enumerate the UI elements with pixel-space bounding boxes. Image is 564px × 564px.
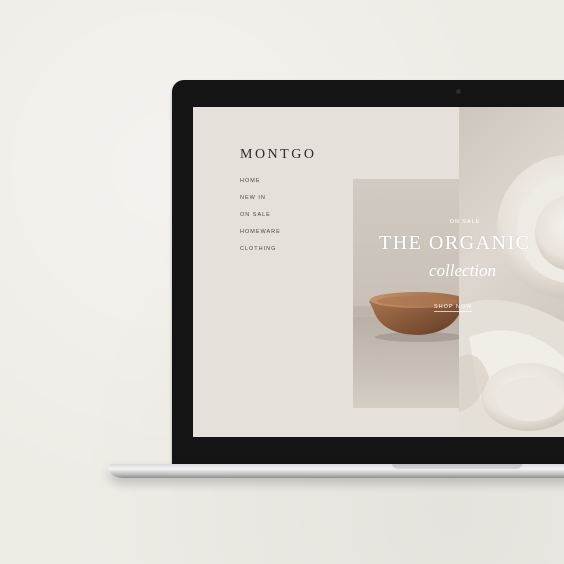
nav-item-on-sale[interactable]: ON SALE [240, 211, 281, 228]
hero-eyebrow: ON SALE [449, 219, 481, 225]
nav-item-homeware[interactable]: HOMEWARE [240, 228, 281, 245]
laptop-screen: MONTGO HOME NEW IN ON SALE HOMEWARE CLOT… [193, 107, 564, 437]
shop-now-link[interactable]: SHOP NOW [434, 304, 473, 312]
hero-subtitle: collection [429, 261, 497, 280]
product-photo-bowl [353, 179, 459, 408]
main-nav: HOME NEW IN ON SALE HOMEWARE CLOTHING [240, 177, 281, 262]
brand-logo[interactable]: MONTGO [240, 147, 316, 163]
wooden-bowl-image [369, 292, 459, 342]
nav-item-new-in[interactable]: NEW IN [240, 194, 281, 211]
laptop-base-notch [392, 464, 522, 469]
hero-title: THE ORGANIC [379, 232, 531, 254]
webcam-icon [456, 89, 461, 94]
nav-item-clothing[interactable]: CLOTHING [240, 245, 281, 262]
nav-item-home[interactable]: HOME [240, 177, 281, 194]
